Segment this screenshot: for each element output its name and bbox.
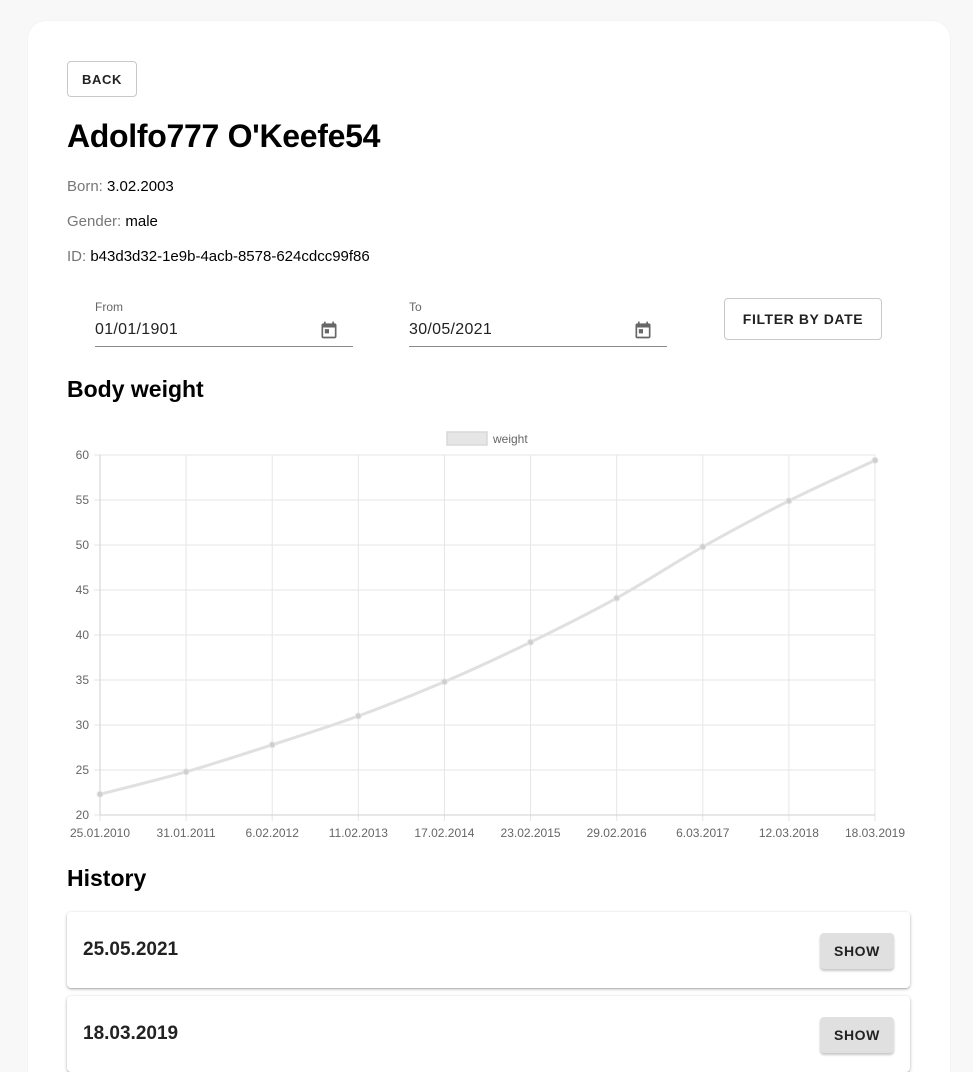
y-tick-label: 50 <box>76 538 90 552</box>
calendar-icon[interactable] <box>319 320 339 340</box>
gender-label: Gender: <box>67 213 122 230</box>
y-tick-label: 30 <box>76 718 90 732</box>
show-button[interactable]: SHOW <box>820 933 894 969</box>
data-point <box>268 741 276 749</box>
to-date-field[interactable]: To 30/05/2021 <box>409 298 667 347</box>
y-tick-label: 60 <box>76 448 90 462</box>
x-tick-label: 11.02.2013 <box>329 826 388 840</box>
to-date-input[interactable]: 30/05/2021 <box>409 321 492 339</box>
born-label: Born: <box>67 178 103 195</box>
gender-row: Gender: male <box>67 213 158 230</box>
patient-name: Adolfo777 O'Keefe54 <box>67 118 381 154</box>
from-date-field[interactable]: From 01/01/1901 <box>95 298 353 347</box>
history-item: 18.03.2019 SHOW <box>67 996 910 1072</box>
from-date-label: From <box>95 300 123 314</box>
data-point <box>440 678 448 686</box>
history-title: History <box>67 865 147 891</box>
from-date-input[interactable]: 01/01/1901 <box>95 321 178 339</box>
x-tick-label: 6.03.2017 <box>676 826 730 840</box>
born-value: 3.02.2003 <box>107 178 174 195</box>
y-tick-label: 40 <box>76 628 90 642</box>
y-tick-label: 20 <box>76 808 90 822</box>
data-point <box>785 497 793 505</box>
id-label: ID: <box>67 248 87 265</box>
history-item: 25.05.2021 SHOW <box>67 912 910 988</box>
gender-value: male <box>125 213 158 230</box>
body-weight-title: Body weight <box>67 376 204 402</box>
data-point <box>354 712 362 720</box>
y-tick-label: 25 <box>76 763 90 777</box>
id-value: b43d3d32-1e9b-4acb-8578-624cdcc99f86 <box>90 248 370 265</box>
series-line-weight <box>99 459 876 796</box>
y-tick-label: 55 <box>76 493 90 507</box>
data-point <box>613 594 621 602</box>
data-point <box>871 456 879 464</box>
data-point <box>527 638 535 646</box>
to-date-label: To <box>409 300 422 314</box>
data-point <box>96 790 104 798</box>
history-date: 18.03.2019 <box>83 1023 179 1044</box>
y-tick-label: 35 <box>76 673 90 687</box>
data-point <box>699 543 707 551</box>
x-tick-label: 18.03.2019 <box>845 826 905 840</box>
filter-by-date-button[interactable]: FILTER BY DATE <box>724 298 882 340</box>
body-weight-chart: 20 25 30 35 40 45 50 55 60 25.01.2010 31.01.2011 6.… <box>70 431 905 840</box>
born-row: Born: 3.02.2003 <box>67 178 174 195</box>
x-tick-label: 23.02.2015 <box>501 826 561 840</box>
x-tick-label: 31.01.2011 <box>157 826 216 840</box>
x-tick-label: 6.02.2012 <box>246 826 300 840</box>
history-date: 25.05.2021 <box>83 939 179 960</box>
x-tick-label: 12.03.2018 <box>759 826 819 840</box>
calendar-icon[interactable] <box>633 320 653 340</box>
back-button[interactable]: BACK <box>67 61 137 97</box>
show-button[interactable]: SHOW <box>820 1017 894 1053</box>
y-tick-label: 45 <box>76 583 90 597</box>
legend-swatch <box>446 431 488 446</box>
id-row: ID: b43d3d32-1e9b-4acb-8578-624cdcc99f86 <box>67 248 370 265</box>
x-tick-label: 17.02.2014 <box>414 826 474 840</box>
legend-label: weight <box>492 432 528 446</box>
x-tick-label: 25.01.2010 <box>70 826 130 840</box>
data-point <box>182 768 190 776</box>
x-tick-label: 29.02.2016 <box>587 826 647 840</box>
